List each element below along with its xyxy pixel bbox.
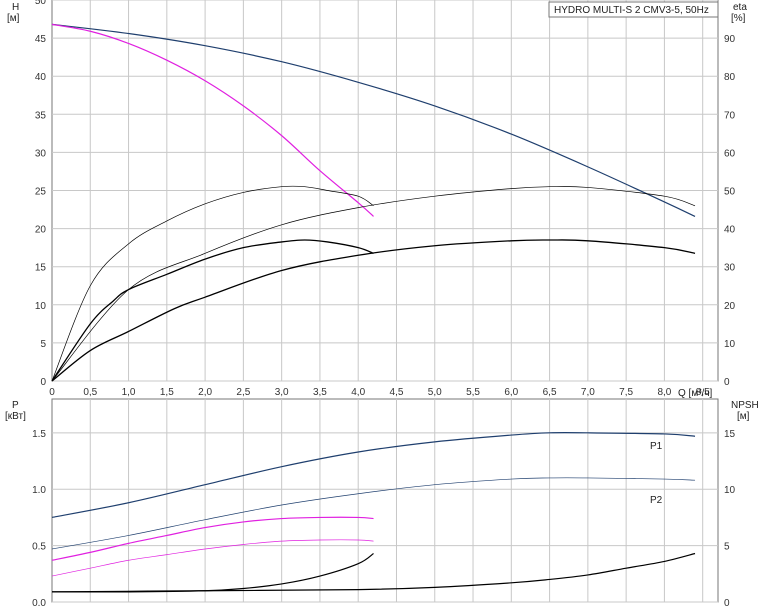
- series-label-p1: P1: [650, 441, 663, 452]
- head-y-tick-label: 10: [35, 301, 47, 312]
- x-tick-label: 1,0: [122, 387, 136, 398]
- head-y-tick-label: 30: [35, 148, 47, 159]
- x-tick-label: 2,5: [236, 387, 250, 398]
- x-tick-label: 4,5: [390, 387, 404, 398]
- y2-axis-label-eta: eta: [733, 2, 747, 13]
- head-y-tick-label: 0: [40, 377, 46, 388]
- chart-canvas: 0 0,5 1,0 1,5 2,0 2,5 3,0 3,5 4,0 4,5 5,0 5,5 6,0 6,5…: [5, 0, 759, 609]
- y-axis-unit-power: [кВт]: [5, 411, 26, 422]
- power-series-line-4: [51, 553, 374, 593]
- y-axis-label-power: P: [12, 400, 19, 411]
- x-tick-label: 7,0: [581, 387, 595, 398]
- head-series-line-2: [51, 185, 374, 382]
- head-y2-tick-label: 40: [724, 225, 736, 236]
- x-tick-label: 4,0: [351, 387, 365, 398]
- power-y2-tick-label: 5: [724, 542, 730, 553]
- y2-axis-unit-eta: [%]: [731, 13, 746, 24]
- head-y-tick-label: 40: [35, 72, 47, 83]
- x-tick-label: 3,0: [275, 387, 289, 398]
- power-y-tick-label: 0.5: [32, 542, 46, 553]
- head-series-line-5: [51, 239, 696, 382]
- x-tick-label: 7,5: [619, 387, 633, 398]
- head-y-tick-label: 50: [35, 0, 47, 7]
- head-series-line-4: [51, 186, 696, 382]
- x-tick-label: 8,0: [657, 387, 671, 398]
- head-y2-tick-label: 0: [724, 377, 730, 388]
- y-axis-label-head: H: [12, 2, 19, 13]
- power-series-line-1: [51, 477, 696, 550]
- power-plot-frame: [51, 398, 719, 603]
- power-y-tick-label: 0.0: [32, 598, 46, 609]
- power-y2-tick-label: 0: [724, 598, 730, 609]
- power-series-line-5: [51, 552, 696, 593]
- power-y-tick-label: 1.5: [32, 429, 46, 440]
- x-axis-label: Q [м³/ч]: [678, 388, 713, 399]
- head-y2-tick-label: 30: [724, 263, 736, 274]
- head-y-tick-label: 5: [40, 339, 46, 350]
- head-y-tick-label: 15: [35, 263, 47, 274]
- pump-curve-chart: 0 0,5 1,0 1,5 2,0 2,5 3,0 3,5 4,0 4,5 5,0 5,5 6,0 6,5…: [0, 0, 774, 611]
- head-y-tick-label: 45: [35, 34, 47, 45]
- head-y-tick-label: 25: [35, 187, 47, 198]
- x-tick-label: 3,5: [313, 387, 327, 398]
- x-tick-label: 6,0: [504, 387, 518, 398]
- x-tick-label: 0: [49, 387, 55, 398]
- y2-axis-unit-npsh: [м]: [737, 411, 750, 422]
- head-y2-tick-label: 90: [724, 34, 736, 45]
- x-tick-label: 5,0: [428, 387, 442, 398]
- power-y2-tick-label: 10: [724, 485, 736, 496]
- y2-axis-label-npsh: NPSH: [731, 400, 759, 411]
- head-y-tick-label: 20: [35, 225, 47, 236]
- head-y-tick-label: 35: [35, 110, 47, 121]
- head-y2-tick-label: 70: [724, 110, 736, 121]
- x-tick-label: 0,5: [83, 387, 97, 398]
- head-series-line-1: [51, 23, 374, 217]
- head-y2-tick-label: 60: [724, 148, 736, 159]
- y-axis-unit-head: [м]: [7, 13, 20, 24]
- power-series-line-0: [51, 432, 696, 519]
- power-series-line-2: [51, 516, 374, 561]
- head-y2-tick-label: 80: [724, 72, 736, 83]
- series-label-p2: P2: [650, 495, 663, 506]
- head-y2-tick-label: 50: [724, 187, 736, 198]
- x-tick-label: 5,5: [466, 387, 480, 398]
- head-y2-tick-label: 10: [724, 339, 736, 350]
- head-y2-tick-label: 20: [724, 301, 736, 312]
- x-tick-label: 2,0: [198, 387, 212, 398]
- power-y-tick-label: 1.0: [32, 485, 46, 496]
- head-series-line-0: [51, 23, 696, 217]
- power-y2-tick-label: 15: [724, 429, 736, 440]
- x-tick-label: 6,5: [543, 387, 557, 398]
- x-tick-label: 1,5: [160, 387, 174, 398]
- chart-title: HYDRO MULTI-S 2 CMV3-5, 50Hz: [554, 5, 709, 16]
